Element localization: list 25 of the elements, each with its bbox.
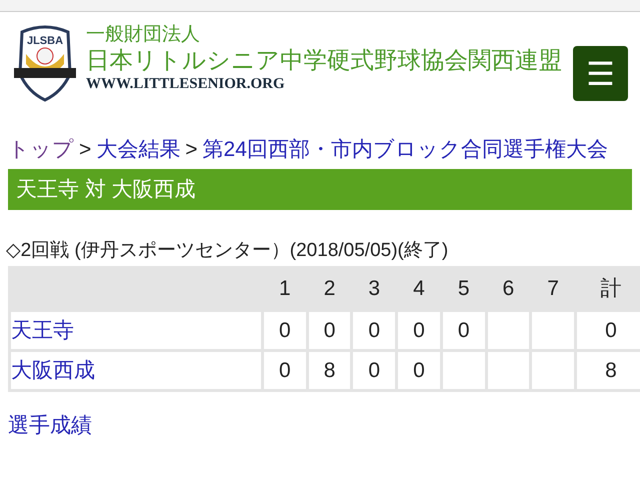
team-link[interactable]: 天王寺: [11, 318, 74, 342]
score-cell: 0: [398, 312, 440, 349]
player-stats-link[interactable]: 選手成績: [8, 410, 92, 442]
breadcrumb-link[interactable]: 大会結果: [96, 138, 180, 161]
score-cell: 8: [308, 352, 350, 389]
breadcrumb-separator: >: [79, 138, 92, 161]
organization-name: 日本リトルシニア中学硬式野球協会関西連盟: [86, 46, 563, 74]
score-cell: 0: [308, 312, 350, 349]
breadcrumb-link[interactable]: トップ: [8, 138, 74, 161]
logo-text: JLSBA: [26, 35, 64, 47]
website-address: WWW.LITTLESENIOR.ORG: [86, 75, 286, 94]
match-title-bar: 天王寺 対 大阪西成: [8, 169, 632, 210]
score-cell: 0: [353, 352, 396, 389]
menu-button[interactable]: ☰: [573, 46, 628, 101]
total-cell: 8: [577, 352, 640, 389]
score-cell: 0: [264, 352, 306, 389]
match-info: ◇2回戦 (伊丹スポーツセンター）(2018/05/05)(終了): [5, 239, 450, 263]
breadcrumb-link[interactable]: 第24回西部・市内ブロック合同選手権大会: [202, 138, 608, 161]
score-cell: 0: [442, 312, 485, 349]
total-cell: 0: [577, 312, 640, 349]
score-cell: 0: [353, 312, 396, 349]
breadcrumb-separator: >: [185, 138, 198, 161]
score-cell: 0: [264, 312, 306, 349]
score-cell: 0: [398, 352, 440, 389]
organization-type: 一般財団法人: [86, 24, 201, 46]
